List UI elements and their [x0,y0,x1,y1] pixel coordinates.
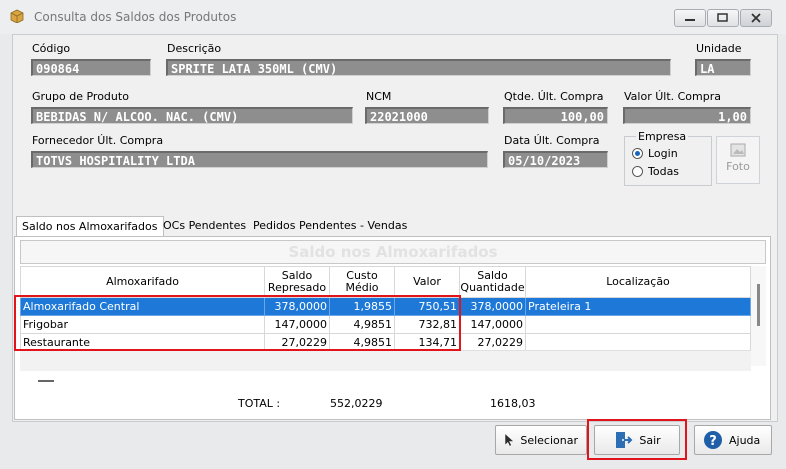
fornecedor-label: Fornecedor Últ. Compra [32,134,164,147]
data-label: Data Últ. Compra [504,134,600,147]
total-saldo: 552,0229 [330,397,383,410]
cell: Prateleira 1 [525,297,751,316]
restore-icon [717,13,728,22]
col-saldo-quantidade-label: Saldo Quantidade [460,269,525,294]
col-saldo-represado[interactable]: Saldo Represado [264,266,330,298]
col-almoxarifado[interactable]: Almoxarifado [20,266,265,298]
box-icon [10,9,24,23]
fornecedor-field[interactable]: TOTVS HOSPITALITY LTDA [31,151,488,168]
minimize-button[interactable] [674,9,706,27]
cursor-icon [505,434,514,446]
tab-ocs-pendentes[interactable]: OCs Pendentes [158,216,251,236]
table-hscroll-thumb[interactable] [38,380,54,382]
close-button[interactable] [740,9,772,27]
tab-pedidos-pendentes[interactable]: Pedidos Pendentes - Vendas [248,216,412,236]
selecionar-button[interactable]: Selecionar [495,425,587,455]
picture-icon [730,143,746,157]
close-icon [751,13,761,23]
radio-login-label: Login [648,147,678,160]
panel-title: Saldo nos Almoxarifados [20,240,766,264]
minimize-icon [685,19,695,21]
foto-button[interactable]: Foto [716,136,760,184]
codigo-label: Código [32,42,71,55]
col-saldo-quantidade[interactable]: Saldo Quantidade [459,266,526,298]
valor-field[interactable]: 1,00 [623,107,751,124]
codigo-field[interactable]: 090864 [31,59,151,76]
total-quantidade: 1618,03 [490,397,536,410]
descricao-label: Descrição [167,42,222,55]
col-custo-medio-label: Custo Médio [345,269,379,294]
window-title: Consulta dos Saldos dos Produtos [34,10,237,24]
unidade-label: Unidade [696,42,742,55]
valor-label: Valor Últ. Compra [624,90,722,103]
ncm-field[interactable]: 22021000 [365,107,489,124]
table-vscroll-thumb[interactable] [757,284,760,326]
col-saldo-represado-label: Saldo Represado [267,269,327,294]
foto-label: Foto [726,160,750,173]
empresa-label: Empresa [636,130,689,143]
cell: 27,0229 [459,333,526,352]
qtde-label: Qtde. Últ. Compra [504,90,604,103]
cell: 378,0000 [459,297,526,316]
radio-login[interactable]: Login [632,147,702,161]
total-label: TOTAL : [238,397,281,410]
data-field[interactable]: 05/10/2023 [503,151,608,168]
radio-todas-circle[interactable] [632,166,643,177]
cell: 147,0000 [459,315,526,334]
grupo-field[interactable]: BEBIDAS N/ ALCOO. NAC. (CMV) [31,107,353,124]
grupo-label: Grupo de Produto [32,90,129,103]
title-bar: Consulta dos Saldos dos Produtos [0,0,786,34]
restore-button[interactable] [707,9,739,27]
col-custo-medio[interactable]: Custo Médio [329,266,395,298]
descricao-field[interactable]: SPRITE LATA 350ML (CMV) [166,59,671,76]
radio-todas-label: Todas [648,165,680,178]
col-localizacao[interactable]: Localização [525,266,751,298]
selecionar-label: Selecionar [520,433,578,447]
table-empty-area [20,350,751,371]
ajuda-label: Ajuda [729,433,761,447]
cell [525,333,751,352]
svg-text:?: ? [709,434,717,449]
ajuda-button[interactable]: ? Ajuda [694,425,772,455]
help-icon: ? [704,431,722,449]
radio-todas[interactable]: Todas [632,165,702,179]
radio-login-circle[interactable] [632,148,643,159]
unidade-field[interactable]: LA [695,59,751,76]
tab-saldo-almoxarifados[interactable]: Saldo nos Almoxarifados [16,216,164,237]
sair-highlight [587,419,687,460]
rows-highlight [14,295,461,351]
ncm-label: NCM [366,90,392,103]
col-valor[interactable]: Valor [394,266,460,298]
qtde-field[interactable]: 100,00 [503,107,608,124]
cell [525,315,751,334]
